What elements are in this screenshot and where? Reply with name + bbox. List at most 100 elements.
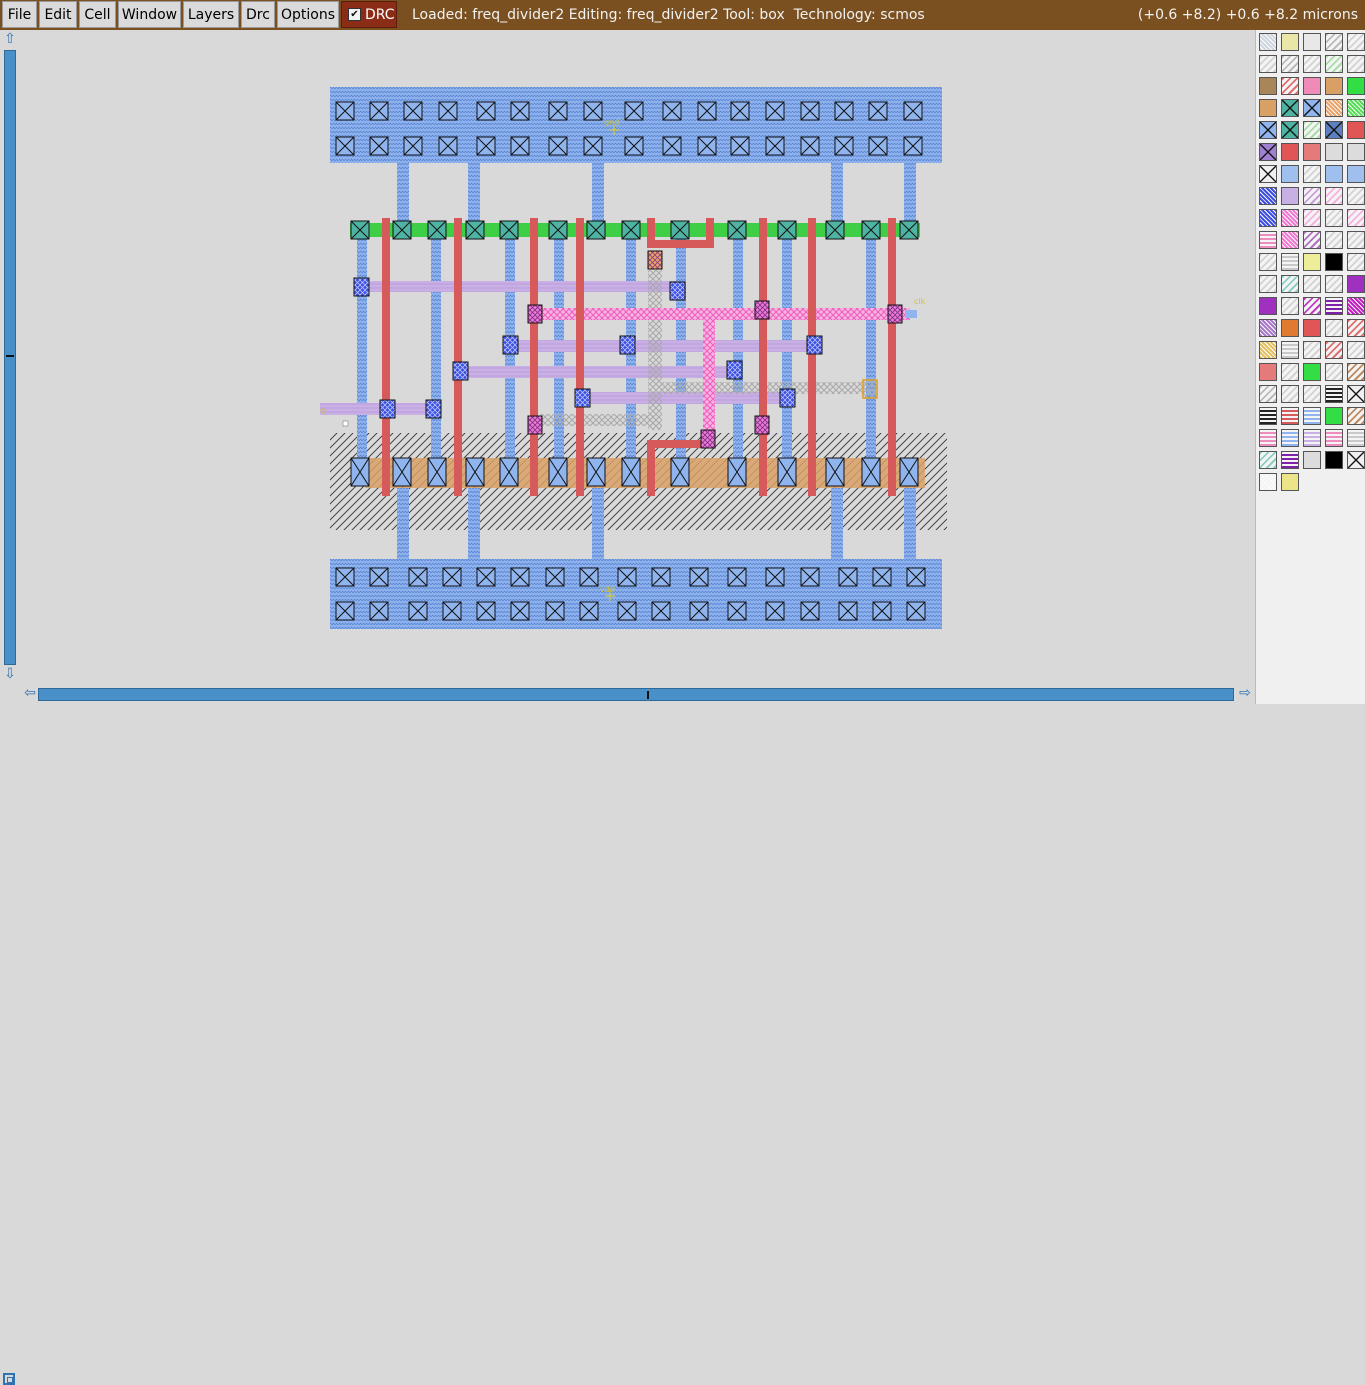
gnd-contact[interactable] bbox=[624, 136, 644, 156]
vdd-contact[interactable] bbox=[545, 601, 565, 621]
vdd-contact[interactable] bbox=[906, 601, 926, 621]
gnd-contact[interactable] bbox=[548, 136, 568, 156]
horizontal-scroll-thumb[interactable] bbox=[38, 688, 1234, 701]
layer-swatch-blue-stripe[interactable] bbox=[1303, 407, 1321, 425]
layer-swatch-gray-box[interactable] bbox=[1303, 33, 1321, 51]
layer-swatch-gray-hatch[interactable] bbox=[1281, 385, 1299, 403]
ndiff-contact[interactable] bbox=[621, 220, 641, 240]
gnd-contact[interactable] bbox=[369, 101, 389, 121]
layer-swatch-red[interactable] bbox=[1281, 143, 1299, 161]
pink-via[interactable] bbox=[754, 300, 770, 320]
layer-swatch-gold-light[interactable] bbox=[1281, 473, 1299, 491]
gnd-contact[interactable] bbox=[476, 136, 496, 156]
layer-swatch-green-hatch[interactable] bbox=[1303, 121, 1321, 139]
gnd-contact[interactable] bbox=[438, 136, 458, 156]
pdiff-contact[interactable] bbox=[499, 457, 519, 487]
scroll-up-icon[interactable]: ⇧ bbox=[2, 32, 18, 48]
pdiff-contact[interactable] bbox=[861, 457, 881, 487]
metal2-via[interactable] bbox=[353, 277, 370, 297]
ndiff-contact[interactable] bbox=[499, 220, 519, 240]
layer-swatch-violet-hatch[interactable] bbox=[1303, 187, 1321, 205]
gnd-contact[interactable] bbox=[868, 101, 888, 121]
layout-drawing[interactable]: gnd vdd clk q bbox=[20, 30, 1255, 685]
gnd-contact[interactable] bbox=[583, 101, 603, 121]
layer-swatch-gray-hatch[interactable] bbox=[1303, 385, 1321, 403]
layer-swatch-lavender[interactable] bbox=[1281, 187, 1299, 205]
layer-swatch-brown[interactable] bbox=[1259, 77, 1277, 95]
vdd-contact[interactable] bbox=[838, 601, 858, 621]
gnd-contact[interactable] bbox=[800, 136, 820, 156]
ndiff-contact[interactable] bbox=[727, 220, 747, 240]
layer-swatch-red[interactable] bbox=[1303, 319, 1321, 337]
layer-swatch-brown-hatch[interactable] bbox=[1347, 363, 1365, 381]
gnd-contact[interactable] bbox=[510, 136, 530, 156]
selected-contact[interactable] bbox=[862, 379, 878, 399]
layer-swatch-pink-check[interactable] bbox=[1281, 209, 1299, 227]
metal2-via[interactable] bbox=[726, 360, 743, 380]
gnd-contact[interactable] bbox=[662, 101, 682, 121]
layer-swatch-pink-hatch[interactable] bbox=[1347, 209, 1365, 227]
pdiff-contact[interactable] bbox=[899, 457, 919, 487]
layer-swatch-gray-hatch[interactable] bbox=[1325, 319, 1343, 337]
layer-swatch-pink-hatch[interactable] bbox=[1325, 187, 1343, 205]
layer-swatch-blue-cross[interactable] bbox=[1303, 99, 1321, 117]
layer-swatch-checker[interactable] bbox=[1259, 33, 1277, 51]
layer-swatch-black[interactable] bbox=[1325, 253, 1343, 271]
layer-swatch-gray-stripe[interactable] bbox=[1281, 341, 1299, 359]
vdd-contact[interactable] bbox=[651, 601, 671, 621]
ndiff-contact[interactable] bbox=[350, 220, 370, 240]
layer-swatch-teal-contact[interactable] bbox=[1281, 121, 1299, 139]
layer-swatch-blue-stripe[interactable] bbox=[1281, 429, 1299, 447]
layer-swatch-gray-hatch[interactable] bbox=[1281, 363, 1299, 381]
vdd-contact[interactable] bbox=[689, 601, 709, 621]
layer-swatch-red-stripe[interactable] bbox=[1281, 407, 1299, 425]
metal2-via[interactable] bbox=[502, 335, 519, 355]
layer-swatch-green-hatch[interactable] bbox=[1325, 55, 1343, 73]
layer-swatch-teal-contact[interactable] bbox=[1281, 99, 1299, 117]
layer-swatch-gray-hatch[interactable] bbox=[1281, 297, 1299, 315]
scroll-right-icon[interactable]: ⇨ bbox=[1237, 686, 1253, 702]
vdd-contact[interactable] bbox=[545, 567, 565, 587]
menu-file[interactable]: File bbox=[2, 1, 37, 28]
layer-swatch-teal-hatch[interactable] bbox=[1281, 275, 1299, 293]
layer-swatch-lavender-stripe[interactable] bbox=[1303, 429, 1321, 447]
layer-swatch-red-hatch[interactable] bbox=[1347, 319, 1365, 337]
layer-swatch-gold-outline[interactable] bbox=[1281, 33, 1299, 51]
gnd-contact[interactable] bbox=[335, 136, 355, 156]
vdd-contact[interactable] bbox=[727, 567, 747, 587]
layer-swatch-red-hatch[interactable] bbox=[1325, 341, 1343, 359]
layer-swatch-purple-cross[interactable] bbox=[1259, 143, 1277, 161]
layer-swatch-orange-dots[interactable] bbox=[1325, 99, 1343, 117]
layer-swatch-gray-hatch[interactable] bbox=[1303, 55, 1321, 73]
layer-swatch-blue-wave[interactable] bbox=[1347, 165, 1365, 183]
ndiff-contact[interactable] bbox=[465, 220, 485, 240]
menu-cell[interactable]: Cell bbox=[79, 1, 116, 28]
pdiff-contact[interactable] bbox=[825, 457, 845, 487]
layer-swatch-gray-hatch[interactable] bbox=[1303, 341, 1321, 359]
layer-swatch-blue-cross[interactable] bbox=[1259, 121, 1277, 139]
gnd-contact[interactable] bbox=[800, 101, 820, 121]
gnd-contact[interactable] bbox=[903, 136, 923, 156]
vdd-contact[interactable] bbox=[651, 567, 671, 587]
layer-swatch-black-stripe[interactable] bbox=[1259, 407, 1277, 425]
layer-swatch-violet-dots[interactable] bbox=[1259, 319, 1277, 337]
layer-swatch-pink[interactable] bbox=[1303, 77, 1321, 95]
metal2-via[interactable] bbox=[574, 388, 591, 408]
pdiff-contact[interactable] bbox=[727, 457, 747, 487]
pdiff-contact[interactable] bbox=[427, 457, 447, 487]
gnd-contact[interactable] bbox=[903, 101, 923, 121]
vdd-contact[interactable] bbox=[335, 601, 355, 621]
gnd-contact[interactable] bbox=[548, 101, 568, 121]
poly-contact[interactable] bbox=[647, 250, 663, 270]
vdd-contact[interactable] bbox=[476, 567, 496, 587]
layer-swatch-gray-hatch[interactable] bbox=[1347, 187, 1365, 205]
gnd-contact[interactable] bbox=[510, 101, 530, 121]
metal2-via[interactable] bbox=[379, 399, 396, 419]
vdd-contact[interactable] bbox=[689, 567, 709, 587]
vdd-contact[interactable] bbox=[800, 601, 820, 621]
pink-via[interactable] bbox=[700, 429, 716, 449]
layer-swatch-black-hatch[interactable] bbox=[1281, 55, 1299, 73]
ndiff-contact[interactable] bbox=[899, 220, 919, 240]
layer-swatch-gray-hatch[interactable] bbox=[1259, 253, 1277, 271]
layer-swatch-orange[interactable] bbox=[1281, 319, 1299, 337]
